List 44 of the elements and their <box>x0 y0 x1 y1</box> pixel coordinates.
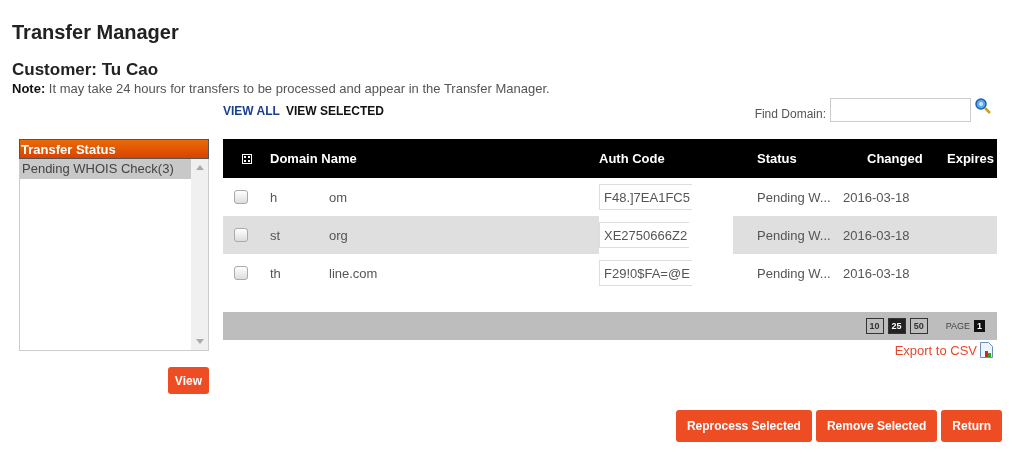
action-button[interactable]: Return <box>941 410 1002 442</box>
select-all-icon[interactable] <box>241 153 252 164</box>
export-link[interactable]: Export to CSV <box>894 342 977 358</box>
column-header[interactable]: Expires <box>923 139 997 178</box>
page-label: PAGE <box>945 321 970 331</box>
changed-cell: 2016-03-18 <box>843 216 923 254</box>
panel-title: Transfer Status <box>19 139 209 159</box>
page-title: Transfer Manager <box>12 20 180 45</box>
customer-name: Customer: Tu Cao <box>12 60 160 80</box>
domain-cell: org <box>329 227 348 243</box>
auth-code-field[interactable]: F48.]7EA1FC5 <box>599 184 692 210</box>
auth-code-field[interactable]: F29!0$FA=@E <box>599 260 692 286</box>
view-link[interactable]: VIEW ALL <box>223 104 280 118</box>
find-domain-field[interactable] <box>830 98 971 122</box>
domain-cell: th <box>270 265 280 281</box>
scroll-up-icon[interactable] <box>195 165 204 170</box>
page-size-button[interactable]: 25 <box>887 318 906 334</box>
auth-code-field[interactable]: XE2750666Z2 <box>599 222 690 248</box>
status-listbox[interactable]: Pending WHOIS Check(3) <box>19 159 209 351</box>
domain-cell: om <box>329 189 348 205</box>
domain-cell: st <box>270 227 280 243</box>
search-icon[interactable] <box>975 98 991 114</box>
page-number[interactable]: 1 <box>974 320 985 332</box>
column-header[interactable]: Status <box>733 139 843 178</box>
status-item[interactable]: Pending WHOIS Check(3) <box>20 159 191 179</box>
row-checkbox[interactable] <box>234 266 248 280</box>
page-size-button[interactable]: 50 <box>909 318 928 334</box>
column-header[interactable]: Auth Code <box>599 139 733 178</box>
column-header[interactable]: Changed <box>843 139 923 178</box>
file-icon[interactable] <box>980 342 993 358</box>
action-button[interactable]: Reprocess Selected <box>675 410 812 442</box>
status-cell: Pending W... <box>733 216 843 254</box>
view-link[interactable]: VIEW SELECTED <box>285 104 384 118</box>
note-text: Note: It may take 24 hours for transfers to be processed and appear in the Transfer Manager. <box>12 80 551 98</box>
row-checkbox[interactable] <box>234 190 248 204</box>
scroll-down-icon[interactable] <box>195 339 204 344</box>
row-checkbox[interactable] <box>234 228 248 242</box>
column-header[interactable]: Domain Name <box>270 139 599 178</box>
domain-cell: line.com <box>329 265 378 281</box>
page-size-button[interactable]: 10 <box>865 318 884 334</box>
view-button[interactable]: View <box>167 367 209 394</box>
action-button[interactable]: Remove Selected <box>815 410 938 442</box>
find-label: Find Domain: <box>754 107 826 121</box>
domain-cell-text: h <box>270 189 279 205</box>
